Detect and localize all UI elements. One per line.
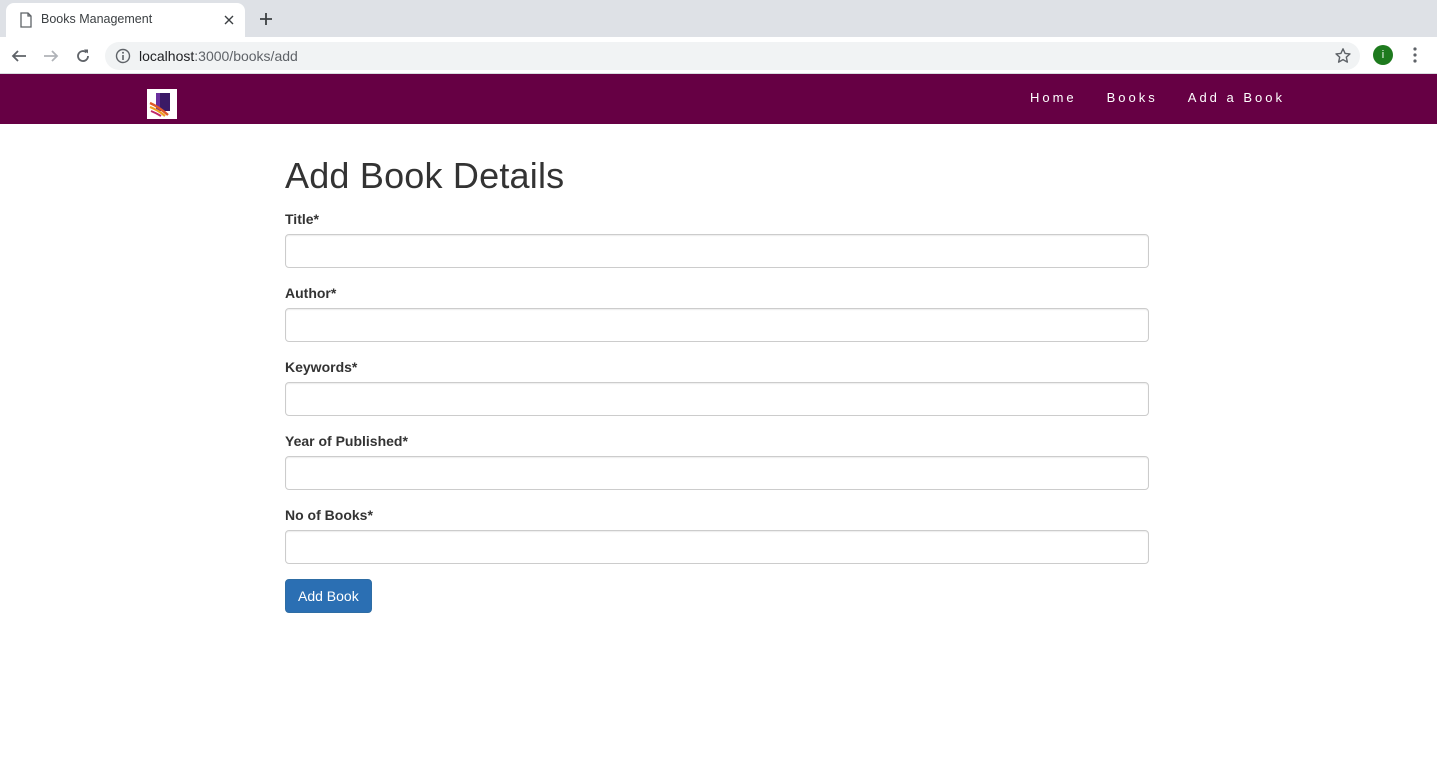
keywords-label: Keywords* (285, 359, 358, 375)
url-text: localhost:3000/books/add (139, 48, 298, 64)
nav-link-add-book[interactable]: Add a Book (1158, 90, 1285, 105)
author-input[interactable] (285, 308, 1149, 342)
profile-avatar[interactable]: i (1373, 45, 1393, 65)
browser-tabstrip: Books Management (0, 0, 1437, 37)
no-of-books-label: No of Books* (285, 507, 373, 523)
bookmark-star-icon[interactable] (1334, 47, 1352, 65)
form-group-count: No of Books* (285, 505, 1149, 564)
back-arrow-icon[interactable] (8, 45, 30, 67)
year-published-input[interactable] (285, 456, 1149, 490)
tab-title: Books Management (41, 12, 153, 26)
kebab-menu-icon[interactable] (1406, 45, 1424, 65)
nav-link-books[interactable]: Books (1077, 90, 1158, 105)
info-icon[interactable] (115, 48, 131, 64)
new-tab-icon[interactable] (256, 9, 276, 29)
add-book-form-container: Add Book Details Title* Author* Keywords… (285, 150, 1149, 613)
form-group-title: Title* (285, 209, 1149, 268)
address-bar[interactable]: localhost:3000/books/add (105, 42, 1360, 70)
form-group-author: Author* (285, 283, 1149, 342)
add-book-button[interactable]: Add Book (285, 579, 372, 613)
browser-tab[interactable]: Books Management (6, 3, 245, 37)
page-title: Add Book Details (285, 155, 565, 196)
author-label: Author* (285, 285, 337, 301)
nav-link-home[interactable]: Home (1000, 90, 1077, 105)
year-published-label: Year of Published* (285, 433, 408, 449)
no-of-books-input[interactable] (285, 530, 1149, 564)
title-label: Title* (285, 211, 319, 227)
form-actions: Add Book (285, 579, 1149, 613)
browser-toolbar: localhost:3000/books/add i (0, 37, 1437, 74)
url-path: :3000/books/add (194, 48, 298, 64)
forward-arrow-icon[interactable] (40, 45, 62, 67)
form-group-keywords: Keywords* (285, 357, 1149, 416)
url-host: localhost (139, 48, 195, 64)
brand-logo[interactable] (147, 89, 177, 119)
close-icon[interactable] (221, 12, 237, 28)
title-input[interactable] (285, 234, 1149, 268)
reload-icon[interactable] (72, 45, 94, 67)
form-group-year: Year of Published* (285, 431, 1149, 490)
site-navbar: Home Books Add a Book (0, 74, 1437, 124)
nav-links: Home Books Add a Book (1000, 90, 1285, 105)
books-logo-icon (147, 89, 177, 119)
page-icon (19, 12, 33, 28)
add-book-form: Title* Author* Keywords* Year of Publish… (285, 209, 1149, 613)
keywords-input[interactable] (285, 382, 1149, 416)
